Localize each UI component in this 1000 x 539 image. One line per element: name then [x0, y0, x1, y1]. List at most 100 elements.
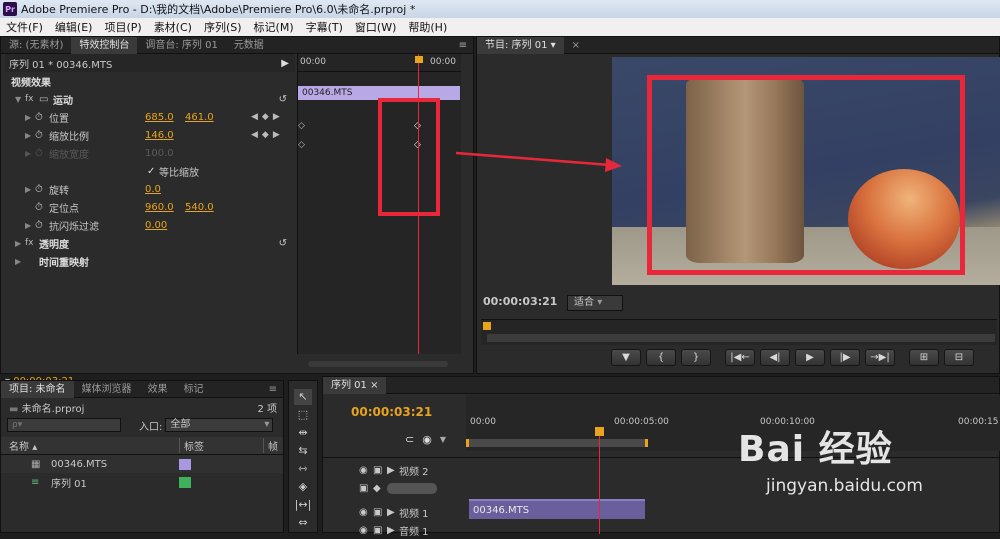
play-button[interactable]: ▶ [795, 349, 825, 366]
speaker-icon[interactable]: ◉ [359, 525, 373, 536]
position-x-value[interactable]: 685.0 [145, 112, 185, 123]
time-remap-row[interactable]: ▶ 时间重映射 [5, 252, 295, 270]
lock-icon[interactable]: ▣ [373, 507, 387, 518]
fx-icon[interactable]: fx [25, 238, 39, 248]
expand-triangle-icon[interactable]: ▶ [387, 507, 399, 518]
anchor-y-value[interactable]: 540.0 [185, 202, 214, 213]
step-forward-button[interactable]: |▶ [830, 349, 860, 366]
slide-tool-icon[interactable]: ⇔ [294, 515, 312, 531]
playhead-marker[interactable] [415, 56, 423, 63]
close-tab-icon[interactable]: × [564, 37, 588, 54]
expand-triangle-icon[interactable]: ▶ [25, 113, 35, 122]
display-style-icon[interactable]: ▣ [359, 483, 373, 494]
label-color-swatch[interactable] [179, 476, 191, 488]
fit-dropdown[interactable]: 适合 ▾ [567, 295, 623, 311]
stopwatch-icon[interactable]: ⏱ [35, 220, 49, 231]
menu-sequence[interactable]: 序列(S) [198, 19, 248, 35]
uniform-scale-checkbox[interactable]: ✓ [147, 166, 159, 177]
menu-file[interactable]: 文件(F) [0, 19, 49, 35]
tab-program[interactable]: 节目: 序列 01 ▾ [477, 36, 564, 54]
panel-menu-icon[interactable]: ≡ [269, 384, 283, 395]
go-to-out-button[interactable]: →▶| [865, 349, 895, 366]
entry-dropdown[interactable]: 全部 ▾ [165, 418, 274, 432]
eye-icon[interactable]: ◉ [359, 507, 373, 518]
prev-keyframe-icon[interactable]: ◀ [251, 112, 258, 122]
stopwatch-icon[interactable]: ⏱ [35, 112, 49, 123]
tab-project[interactable]: 项目: 未命名 [1, 380, 74, 398]
zoom-scrollbar[interactable] [487, 334, 995, 342]
list-item[interactable]: ▦ 00346.MTS [1, 455, 283, 473]
menu-window[interactable]: 窗口(W) [349, 19, 402, 35]
next-keyframe-icon[interactable]: ▶ [273, 112, 280, 122]
work-area-bar[interactable] [466, 439, 648, 447]
column-name[interactable]: 名称 ▴ [9, 438, 179, 453]
play-only-icon[interactable]: ▶ [281, 58, 295, 69]
snap-icon[interactable]: ⊂ [405, 433, 414, 447]
tab-audio-mixer[interactable]: 调音台: 序列 01 [137, 37, 225, 54]
column-frame[interactable]: 帧 [263, 438, 278, 453]
program-timecode[interactable]: 00:00:03:21 [483, 295, 557, 308]
column-label[interactable]: 标签 [179, 438, 263, 453]
scale-value[interactable]: 146.0 [145, 130, 251, 141]
tab-effect-controls[interactable]: 特效控制台 [71, 36, 138, 54]
program-scrubber[interactable] [481, 319, 997, 345]
ripple-edit-tool-icon[interactable]: ⇹ [294, 425, 312, 441]
eye-icon[interactable]: ◉ [359, 465, 373, 476]
next-keyframe-icon[interactable]: ▶ [273, 130, 280, 140]
razor-tool-icon[interactable]: ◈ [294, 479, 312, 495]
position-y-value[interactable]: 461.0 [185, 112, 251, 123]
anti-flicker-value[interactable]: 0.00 [145, 220, 167, 231]
keyframe-marker[interactable]: ◇ [298, 140, 305, 150]
prev-keyframe-icon[interactable]: ◀ [251, 130, 258, 140]
stopwatch-icon[interactable]: ⏱ [35, 184, 49, 195]
menu-clip[interactable]: 素材(C) [148, 19, 198, 35]
expand-triangle-icon[interactable]: ▶ [387, 525, 399, 536]
expand-triangle-icon[interactable]: ▶ [387, 465, 399, 476]
step-back-button[interactable]: ◀| [760, 349, 790, 366]
add-marker-button[interactable]: ▼ [611, 349, 641, 366]
fx-icon[interactable]: fx [25, 94, 39, 104]
tab-sequence[interactable]: 序列 01 × [323, 376, 387, 394]
tab-effects[interactable]: 效果 [140, 381, 176, 398]
zoom-scrollbar[interactable] [308, 361, 448, 367]
add-marker-icon[interactable]: ▼ [440, 433, 446, 447]
playhead-marker[interactable] [483, 322, 491, 330]
expand-triangle-icon[interactable]: ▶ [25, 131, 35, 140]
mark-out-button[interactable]: } [681, 349, 711, 366]
opacity-row[interactable]: ▶ fx 透明度 ↺ [5, 234, 295, 252]
menu-edit[interactable]: 编辑(E) [49, 19, 99, 35]
add-keyframe-icon[interactable]: ◆ [262, 112, 269, 122]
stopwatch-icon[interactable]: ⏱ [35, 130, 49, 141]
keyframe-marker[interactable]: ◇ [298, 121, 305, 131]
playhead-line[interactable] [599, 427, 600, 534]
menu-marker[interactable]: 标记(M) [248, 19, 300, 35]
marker-icon[interactable]: ◉ [422, 433, 432, 447]
lock-icon[interactable]: ▣ [373, 525, 387, 536]
expand-triangle-icon[interactable]: ▶ [15, 239, 25, 248]
tab-source[interactable]: 源: (无素材) [1, 37, 71, 54]
keyframe-toggle-icon[interactable]: ◆ [373, 483, 387, 494]
tab-media-browser[interactable]: 媒体浏览器 [74, 381, 140, 398]
reset-icon[interactable]: ↺ [279, 238, 287, 249]
slip-tool-icon[interactable]: |↔| [294, 497, 312, 513]
label-color-swatch[interactable] [179, 458, 191, 470]
rolling-edit-tool-icon[interactable]: ⇆ [294, 443, 312, 459]
track-select-tool-icon[interactable]: ⬚ [294, 407, 312, 423]
mark-in-button[interactable]: { [646, 349, 676, 366]
playhead-marker[interactable] [595, 427, 604, 436]
video-clip[interactable]: 00346.MTS [469, 499, 645, 519]
tab-markers[interactable]: 标记 [176, 381, 212, 398]
menu-title[interactable]: 字幕(T) [300, 19, 349, 35]
expand-triangle-icon[interactable]: ▶ [25, 221, 35, 230]
expand-triangle-icon[interactable]: ▶ [15, 257, 25, 266]
menu-project[interactable]: 项目(P) [98, 19, 147, 35]
stopwatch-icon[interactable]: ⏱ [35, 202, 49, 213]
motion-effect-row[interactable]: ▼ fx ▭ 运动 ↺ [5, 90, 295, 108]
anchor-x-value[interactable]: 960.0 [145, 202, 185, 213]
menu-help[interactable]: 帮助(H) [402, 19, 453, 35]
panel-menu-icon[interactable]: ≡ [459, 40, 473, 51]
selection-tool-icon[interactable]: ↖ [294, 389, 312, 405]
rate-stretch-tool-icon[interactable]: ⇿ [294, 461, 312, 477]
add-keyframe-icon[interactable]: ◆ [262, 130, 269, 140]
rotation-value[interactable]: 0.0 [145, 184, 161, 195]
